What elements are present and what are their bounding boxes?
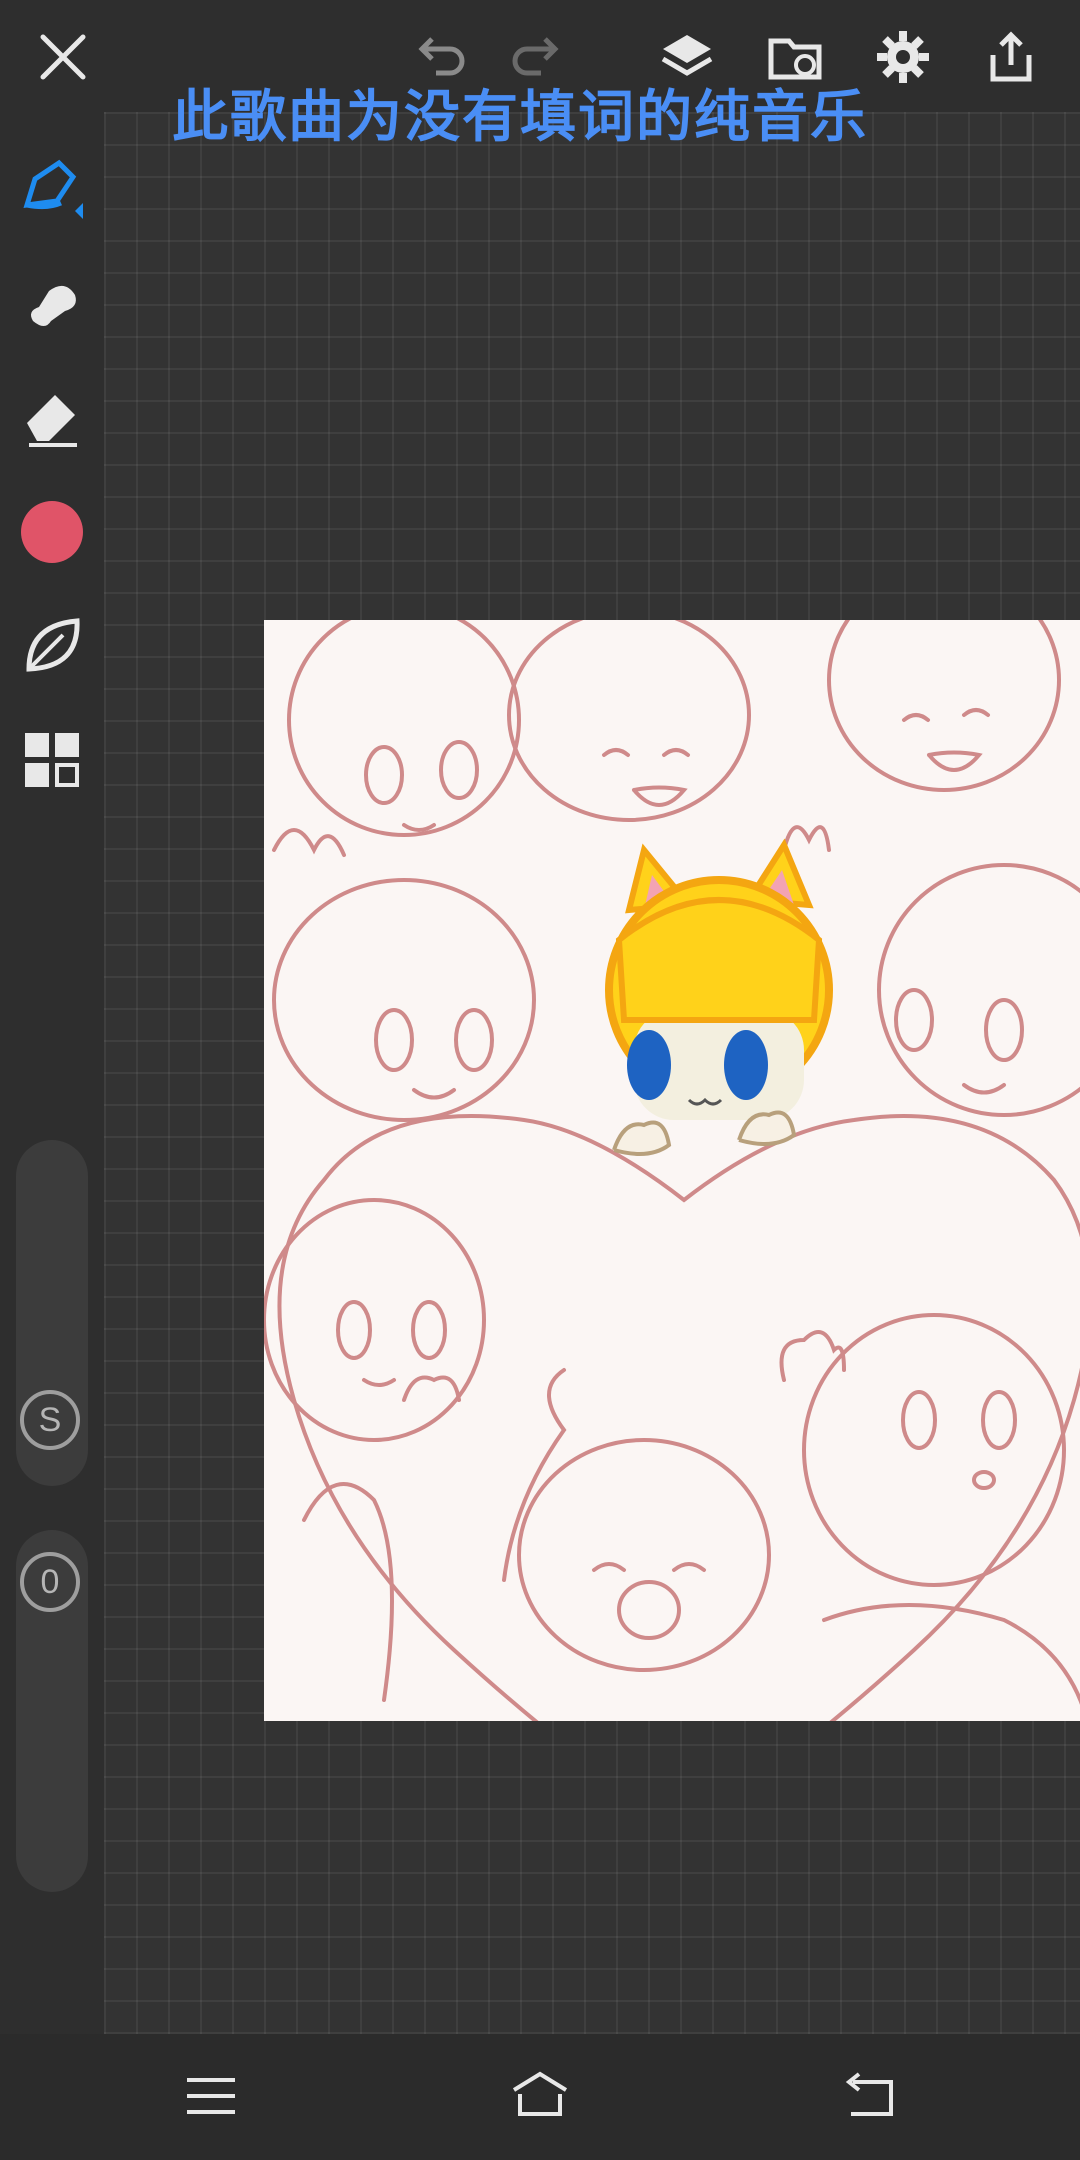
share-icon[interactable] [976, 22, 1046, 92]
canvas-workspace[interactable] [104, 112, 1080, 2034]
close-icon[interactable] [28, 22, 98, 92]
grid-icon [25, 733, 79, 787]
opacity-slider-label: 0 [20, 1552, 80, 1612]
eraser-icon [27, 395, 77, 447]
color-swatch-button[interactable] [14, 494, 90, 570]
leaf-icon [26, 618, 80, 672]
size-slider-label: S [20, 1390, 80, 1450]
home-icon[interactable] [505, 2066, 575, 2126]
smudge-tool-button[interactable] [14, 264, 90, 340]
lyric-overlay: 此歌曲为没有填词的纯音乐 [172, 84, 868, 150]
eraser-tool-button[interactable] [14, 378, 90, 454]
brush-style-button[interactable] [14, 608, 90, 684]
chibi-character [605, 838, 833, 1156]
hamburger-icon[interactable] [176, 2066, 246, 2126]
sketch-artwork [264, 620, 1080, 1721]
back-icon[interactable] [834, 2066, 904, 2126]
menu-grid-button[interactable] [14, 722, 90, 798]
smudge-icon [31, 285, 76, 326]
artboard[interactable] [264, 620, 1080, 1721]
pen-icon [23, 159, 83, 219]
pen-tool-button[interactable] [14, 150, 90, 226]
color-swatch [21, 501, 83, 563]
